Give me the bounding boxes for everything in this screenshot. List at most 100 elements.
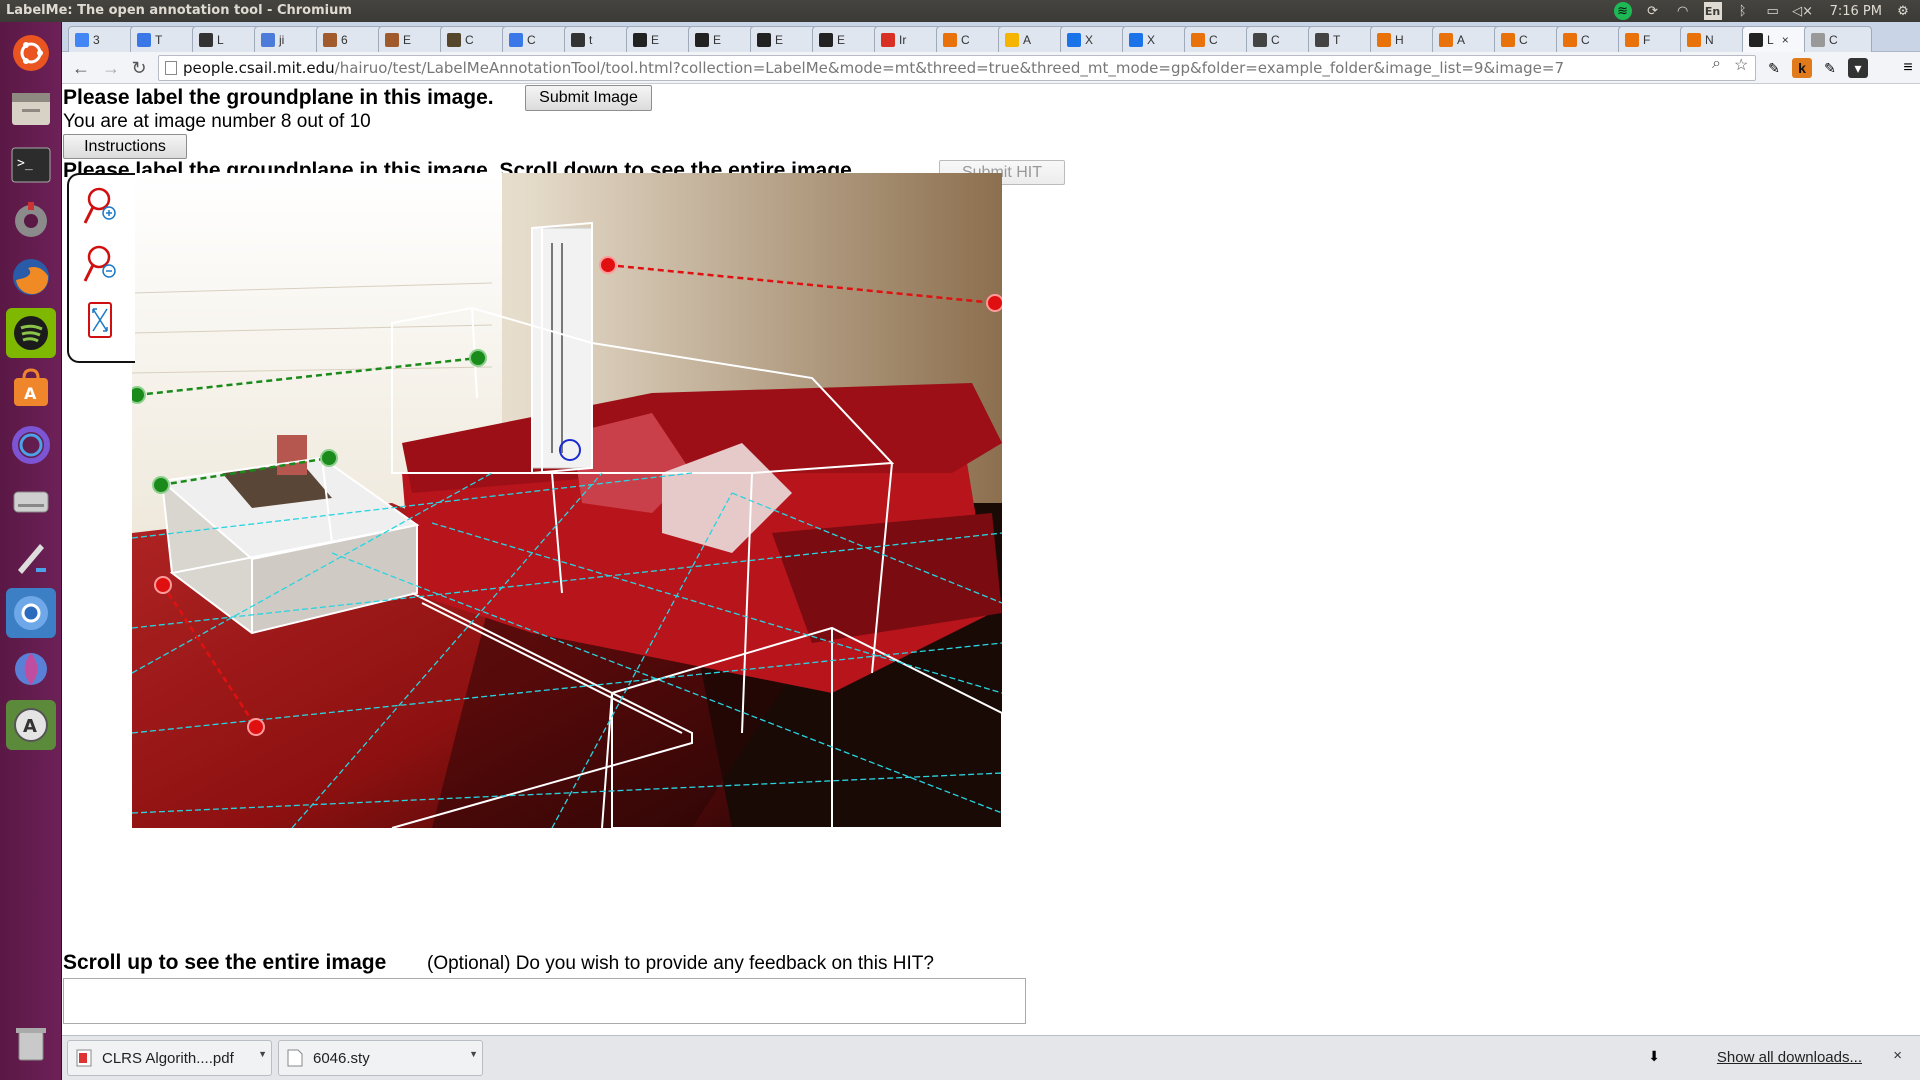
terminal-icon[interactable]: >_: [6, 140, 56, 190]
app-icon[interactable]: [6, 420, 56, 470]
tab-label: F: [1643, 32, 1651, 47]
browser-tab[interactable]: E: [378, 26, 446, 52]
extension-k-icon[interactable]: k: [1792, 58, 1812, 78]
files-icon[interactable]: [6, 84, 56, 134]
browser-tab[interactable]: C: [1556, 26, 1624, 52]
tab-label: C: [1271, 32, 1280, 47]
spotify-tray-icon[interactable]: ≋: [1613, 2, 1632, 20]
chromium-icon[interactable]: [6, 588, 56, 638]
spotify-icon[interactable]: [6, 308, 56, 358]
tab-label: E: [837, 32, 846, 47]
feedback-textarea[interactable]: [63, 978, 1026, 1024]
browser-tab[interactable]: E: [626, 26, 694, 52]
tab-label: E: [775, 32, 784, 47]
chevron-down-icon[interactable]: ▼: [258, 1049, 267, 1059]
browser-tab[interactable]: L: [192, 26, 260, 52]
browser-tab[interactable]: A: [1432, 26, 1500, 52]
browser-tab[interactable]: 3: [68, 26, 136, 52]
browser-tab[interactable]: H: [1370, 26, 1438, 52]
browser-tab[interactable]: E: [750, 26, 818, 52]
browser-tab[interactable]: T: [130, 26, 198, 52]
fit-to-screen-icon[interactable]: [81, 299, 119, 343]
browser-tab[interactable]: t: [564, 26, 632, 52]
url-path: /hairuo/test/LabelMeAnnotationTool/tool.…: [334, 59, 1564, 77]
zoom-in-icon[interactable]: [81, 185, 119, 229]
browser-tab[interactable]: X: [1122, 26, 1190, 52]
back-button[interactable]: ←: [70, 57, 92, 79]
tab-favicon-icon: [1005, 32, 1019, 47]
bookmark-star-icon[interactable]: ☆: [1734, 55, 1748, 75]
gear-icon[interactable]: ⚙: [1894, 2, 1912, 20]
download-item-pdf[interactable]: CLRS Algorith....pdf ▼: [67, 1040, 272, 1076]
wifi-icon[interactable]: ◠: [1674, 2, 1692, 20]
browser-tab[interactable]: C: [1184, 26, 1252, 52]
trash-icon[interactable]: [6, 1018, 56, 1068]
volume-muted-icon[interactable]: ◁×: [1792, 2, 1813, 20]
browser-tab[interactable]: C: [1494, 26, 1562, 52]
battery-icon[interactable]: ▭: [1764, 2, 1782, 20]
bluetooth-icon[interactable]: ᛒ: [1734, 2, 1752, 20]
close-icon[interactable]: ×: [1893, 1047, 1902, 1064]
browser-tab[interactable]: T: [1308, 26, 1376, 52]
menu-icon[interactable]: ≡: [1898, 58, 1918, 78]
tab-close-icon[interactable]: ×: [1782, 33, 1789, 47]
system-tray: ≋ ⟳ ◠ En ᛒ ▭ ◁× 7:16 PM ⚙: [1613, 2, 1912, 20]
tab-active[interactable]: L ×: [1742, 26, 1810, 52]
tab-favicon-icon: [1067, 32, 1081, 47]
browser-tab[interactable]: C: [502, 26, 570, 52]
tab-favicon-icon: [633, 32, 647, 47]
text-editor-icon[interactable]: [6, 532, 56, 582]
address-bar[interactable]: people.csail.mit.edu/hairuo/test/LabelMe…: [158, 55, 1756, 81]
tab-favicon-icon: [1749, 32, 1763, 47]
browser-tab[interactable]: Ir: [874, 26, 942, 52]
tab-favicon-icon: [1687, 32, 1701, 47]
reload-button[interactable]: ↻: [128, 57, 150, 79]
instructions-button[interactable]: Instructions: [63, 134, 187, 159]
tab-label: C: [1581, 32, 1590, 47]
firefox-icon[interactable]: [6, 252, 56, 302]
ubuntu-dash-icon[interactable]: [6, 28, 56, 78]
drive-icon[interactable]: [6, 476, 56, 526]
browser-tab[interactable]: ji: [254, 26, 322, 52]
browser-tab[interactable]: A: [998, 26, 1066, 52]
browser-tab[interactable]: E: [812, 26, 880, 52]
browser-tab[interactable]: C: [1804, 26, 1872, 52]
keyboard-language-indicator[interactable]: En: [1703, 2, 1722, 20]
browser-tab[interactable]: 6: [316, 26, 384, 52]
browser-tab[interactable]: X: [1060, 26, 1128, 52]
submit-image-button[interactable]: Submit Image: [525, 85, 652, 111]
extension-icon[interactable]: ✎: [1764, 58, 1784, 78]
extension-pen-icon[interactable]: ✎: [1820, 58, 1840, 78]
download-item-sty[interactable]: 6046.sty ▼: [278, 1040, 483, 1076]
tab-favicon-icon: [943, 32, 957, 47]
browser-tab[interactable]: C: [1246, 26, 1314, 52]
tab-label: Ir: [899, 32, 907, 47]
tab-label: T: [155, 32, 163, 47]
show-all-downloads-link[interactable]: Show all downloads...: [1717, 1049, 1862, 1066]
chevron-down-icon[interactable]: ▼: [469, 1049, 478, 1059]
sync-icon[interactable]: ⟳: [1644, 2, 1662, 20]
tab-favicon-icon: [323, 32, 337, 47]
tab-favicon-icon: [385, 32, 399, 47]
tab-favicon-icon: [1253, 32, 1267, 47]
settings-icon[interactable]: [6, 196, 56, 246]
shotwell-icon[interactable]: [6, 644, 56, 694]
browser-tab[interactable]: F: [1618, 26, 1686, 52]
browser-tab[interactable]: C: [936, 26, 1004, 52]
tab-favicon-icon: [1377, 32, 1391, 47]
browser-tab[interactable]: E: [688, 26, 756, 52]
updater-icon[interactable]: A: [6, 700, 56, 750]
download-item-name: 6046.sty: [313, 1049, 370, 1067]
forward-button[interactable]: →: [100, 57, 122, 79]
zoom-out-icon[interactable]: [81, 243, 119, 287]
pocket-icon[interactable]: ▾: [1848, 58, 1868, 78]
browser-tab[interactable]: C: [440, 26, 508, 52]
tab-label: E: [403, 32, 412, 47]
clock[interactable]: 7:16 PM: [1830, 4, 1882, 19]
browser-tab[interactable]: N: [1680, 26, 1748, 52]
image-progress-text: You are at image number 8 out of 10: [63, 111, 371, 132]
zoom-icon[interactable]: ⌕: [1712, 55, 1721, 73]
software-center-icon[interactable]: A: [6, 364, 56, 414]
tab-label: X: [1147, 32, 1156, 47]
annotation-canvas[interactable]: [132, 173, 1002, 828]
